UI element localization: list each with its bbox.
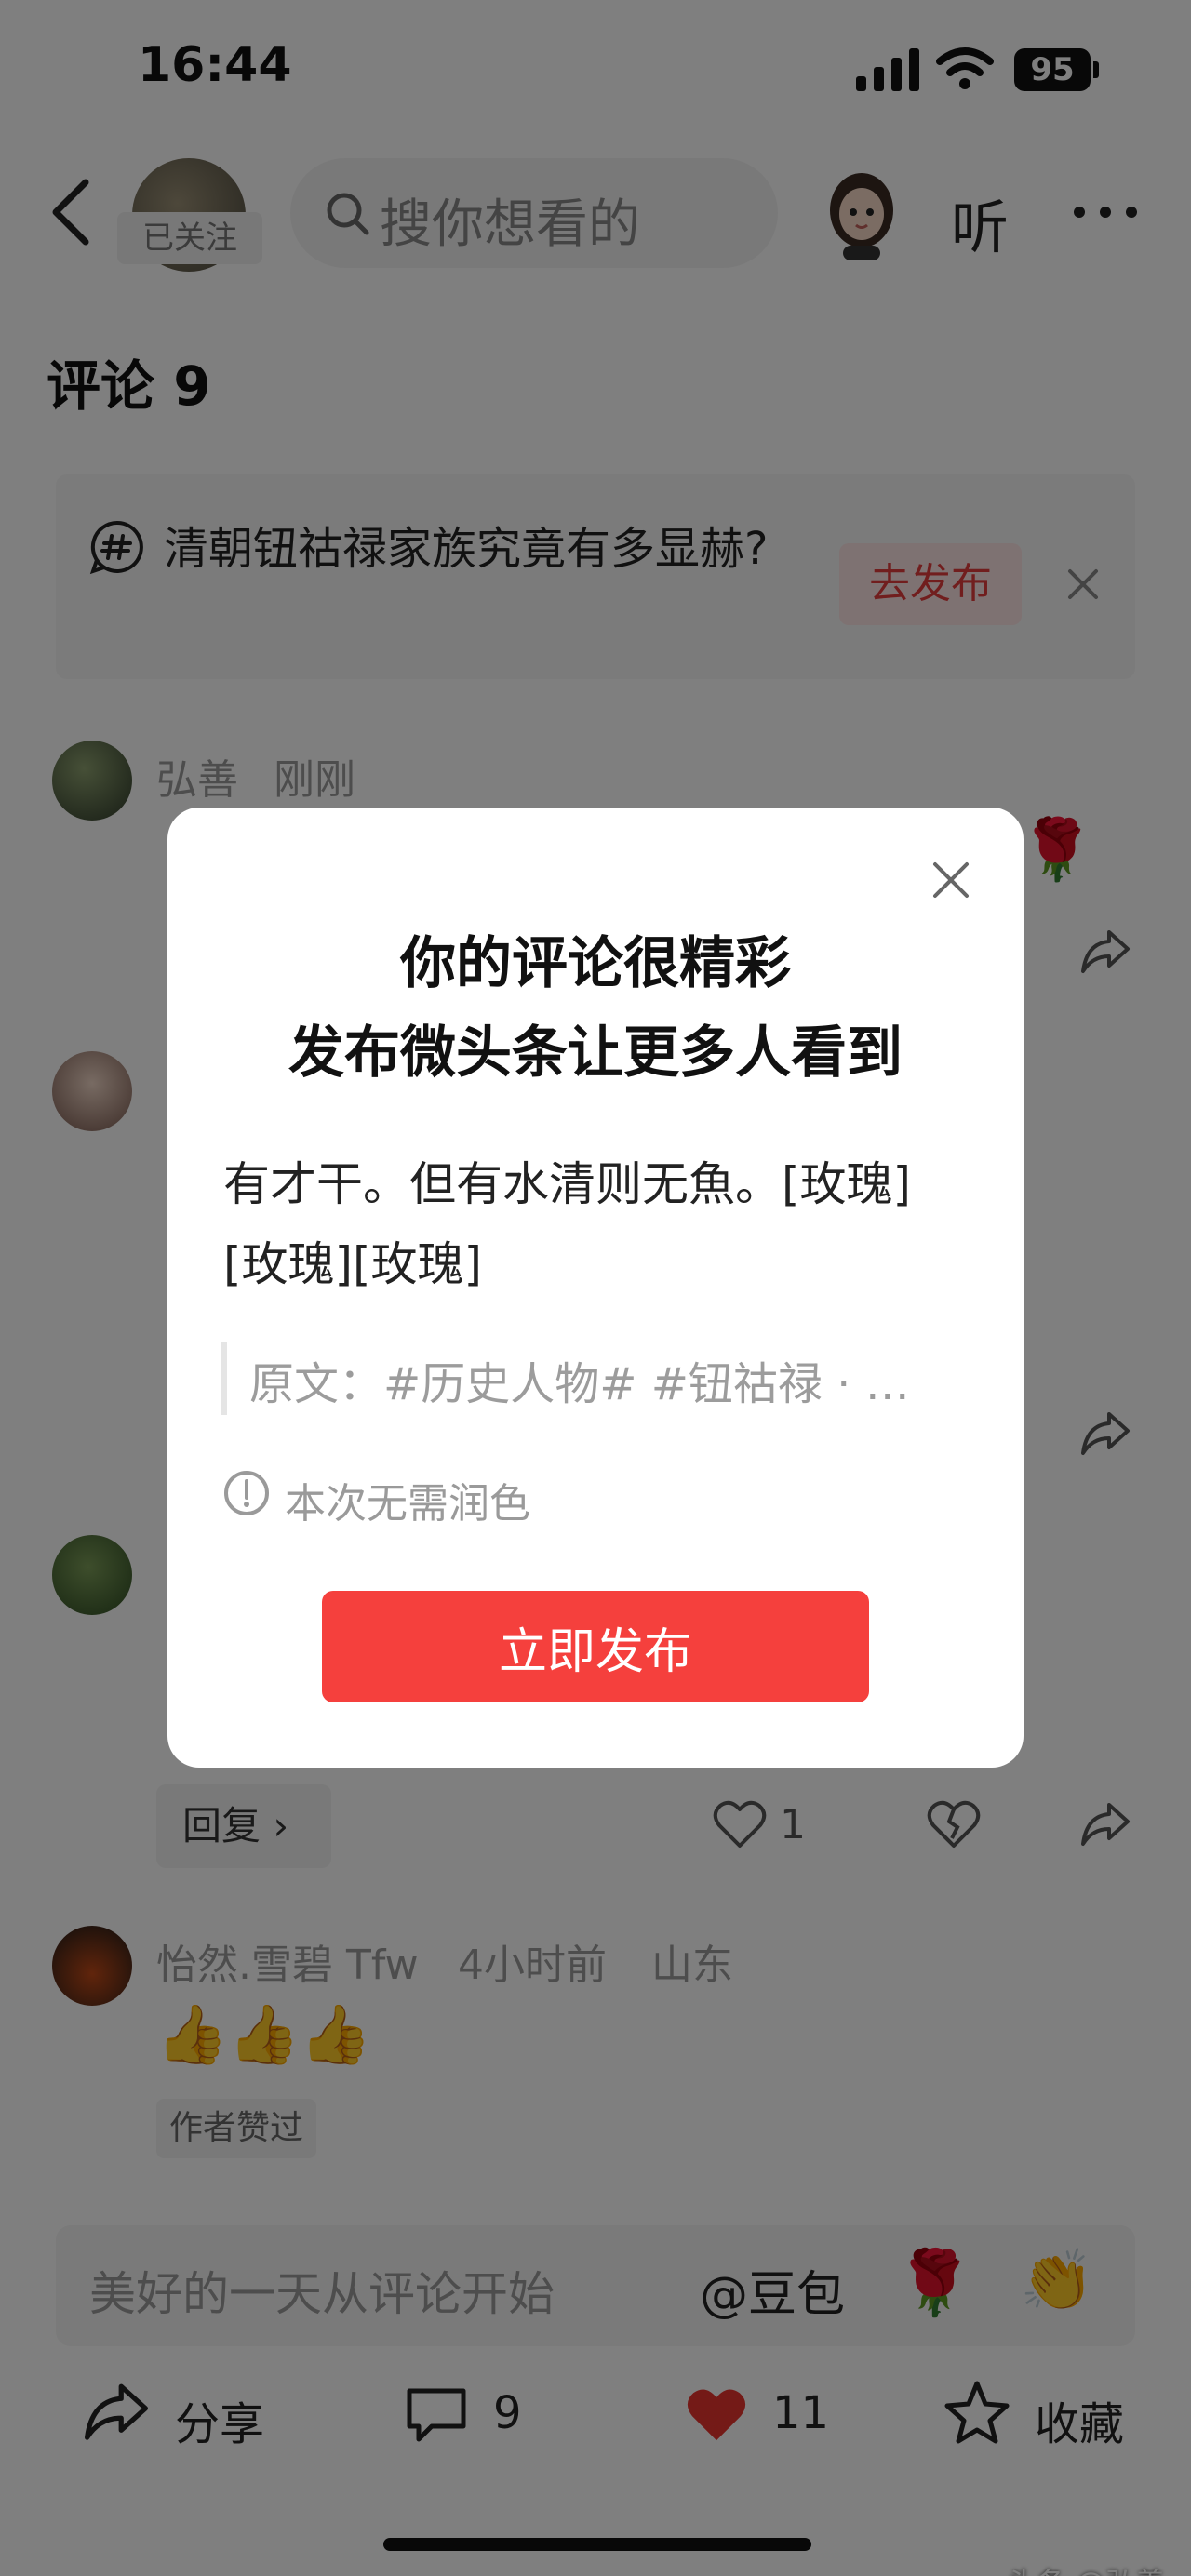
polish-note: 本次无需润色	[285, 1480, 530, 1528]
modal-title: 你的评论很精彩 发布微头条让更多人看到	[167, 919, 1024, 1098]
modal-comment-text: 有才干。但有水清则无魚。[玫瑰][玫瑰][玫瑰]	[223, 1157, 912, 1291]
quote-bar	[221, 1342, 227, 1415]
quote-text: 原文：#历史人物# #钮祜禄 · …	[249, 1358, 910, 1410]
close-icon[interactable]	[930, 860, 971, 901]
info-icon	[224, 1471, 269, 1515]
modal-title-line2: 发布微头条让更多人看到	[288, 1021, 903, 1086]
modal-title-line1: 你的评论很精彩	[400, 931, 791, 996]
publish-now-button[interactable]: 立即发布	[322, 1591, 869, 1702]
